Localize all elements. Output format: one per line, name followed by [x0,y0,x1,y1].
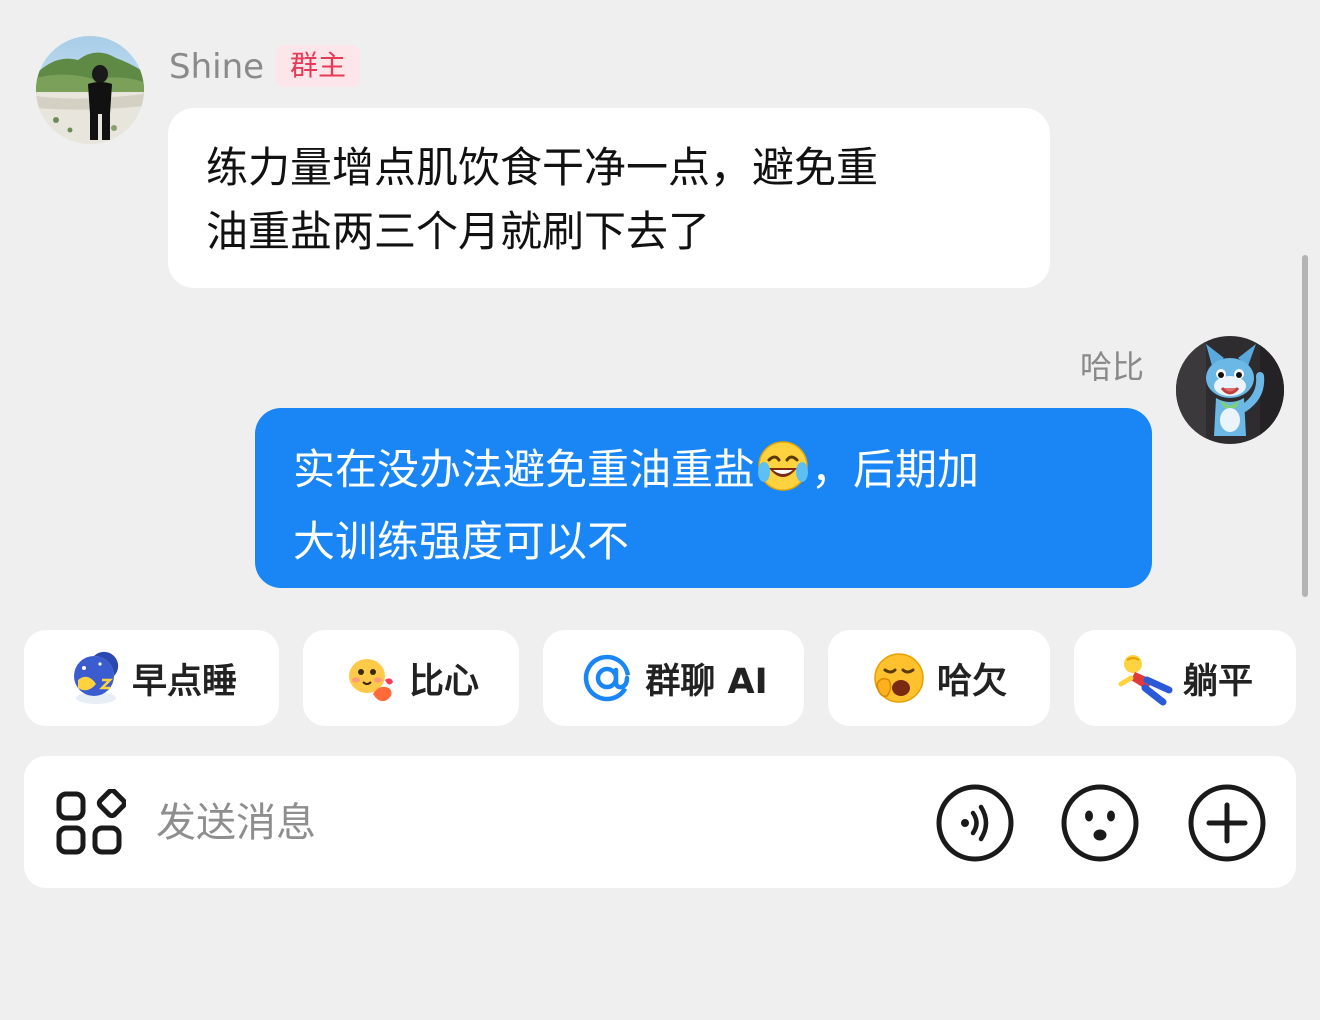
message-text-line: 练力量增点肌饮食干净一点，避免重 [206,143,879,192]
avatar-habi[interactable] [1176,336,1284,444]
chip-label: 早点睡 [131,661,237,702]
chip-label: 比心 [408,661,479,702]
at-sign-icon [579,650,635,706]
sender-name: 哈比 [1080,348,1145,386]
outgoing-message-bubble[interactable]: 实在没办法避免重油重盐 ，后期加 大训练强度可以不 [255,408,1152,588]
incoming-message-bubble[interactable]: 练力量增点肌饮食干净一点，避免重 油重盐两三个月就刷下去了 [168,108,1050,288]
message-text-segment: 实在没办法避免重油重盐 [293,445,756,494]
emoji-face-icon [1061,784,1139,862]
apps-grid-icon[interactable] [54,788,127,857]
message-text-line: 油重盐两三个月就刷下去了 [206,207,711,256]
blue-cat-avatar-icon [1176,336,1284,444]
yawning-face-icon [871,650,927,706]
voice-input-button[interactable] [935,783,1015,863]
quick-reply-chip-yawn[interactable]: 哈欠 [828,630,1050,726]
message-input[interactable] [156,790,856,856]
finger-heart-icon [343,650,399,706]
voice-icon [936,784,1014,862]
message-text-line: 大训练强度可以不 [293,517,630,566]
message-text-line: 实在没办法避免重油重盐 ，后期加 [293,438,1118,510]
quick-reply-chip-lie-flat[interactable]: 躺平 [1074,630,1296,726]
chip-label: 躺平 [1182,661,1253,702]
beach-photo-avatar-icon [36,36,144,144]
quick-reply-chip-group-ai[interactable]: 群聊 AI [543,630,804,726]
scrollbar[interactable] [1302,255,1308,597]
group-owner-badge: 群主 [276,45,360,87]
quick-reply-chip-finger-heart[interactable]: 比心 [303,630,519,726]
quick-reply-chip-sleep[interactable]: 早点睡 [24,630,279,726]
sleeping-moon-icon [66,650,122,706]
emoji-button[interactable] [1060,783,1140,863]
chip-label: 群聊 AI [645,661,768,702]
sender-name: Shine [169,47,265,87]
lying-flat-icon [1117,650,1173,706]
chip-label: 哈欠 [936,661,1007,702]
plus-icon [1188,784,1266,862]
message-text-segment: ，后期加 [811,445,980,494]
crying-laughing-emoji-icon [755,440,811,510]
avatar-shine[interactable] [36,36,144,144]
more-options-button[interactable] [1187,783,1267,863]
